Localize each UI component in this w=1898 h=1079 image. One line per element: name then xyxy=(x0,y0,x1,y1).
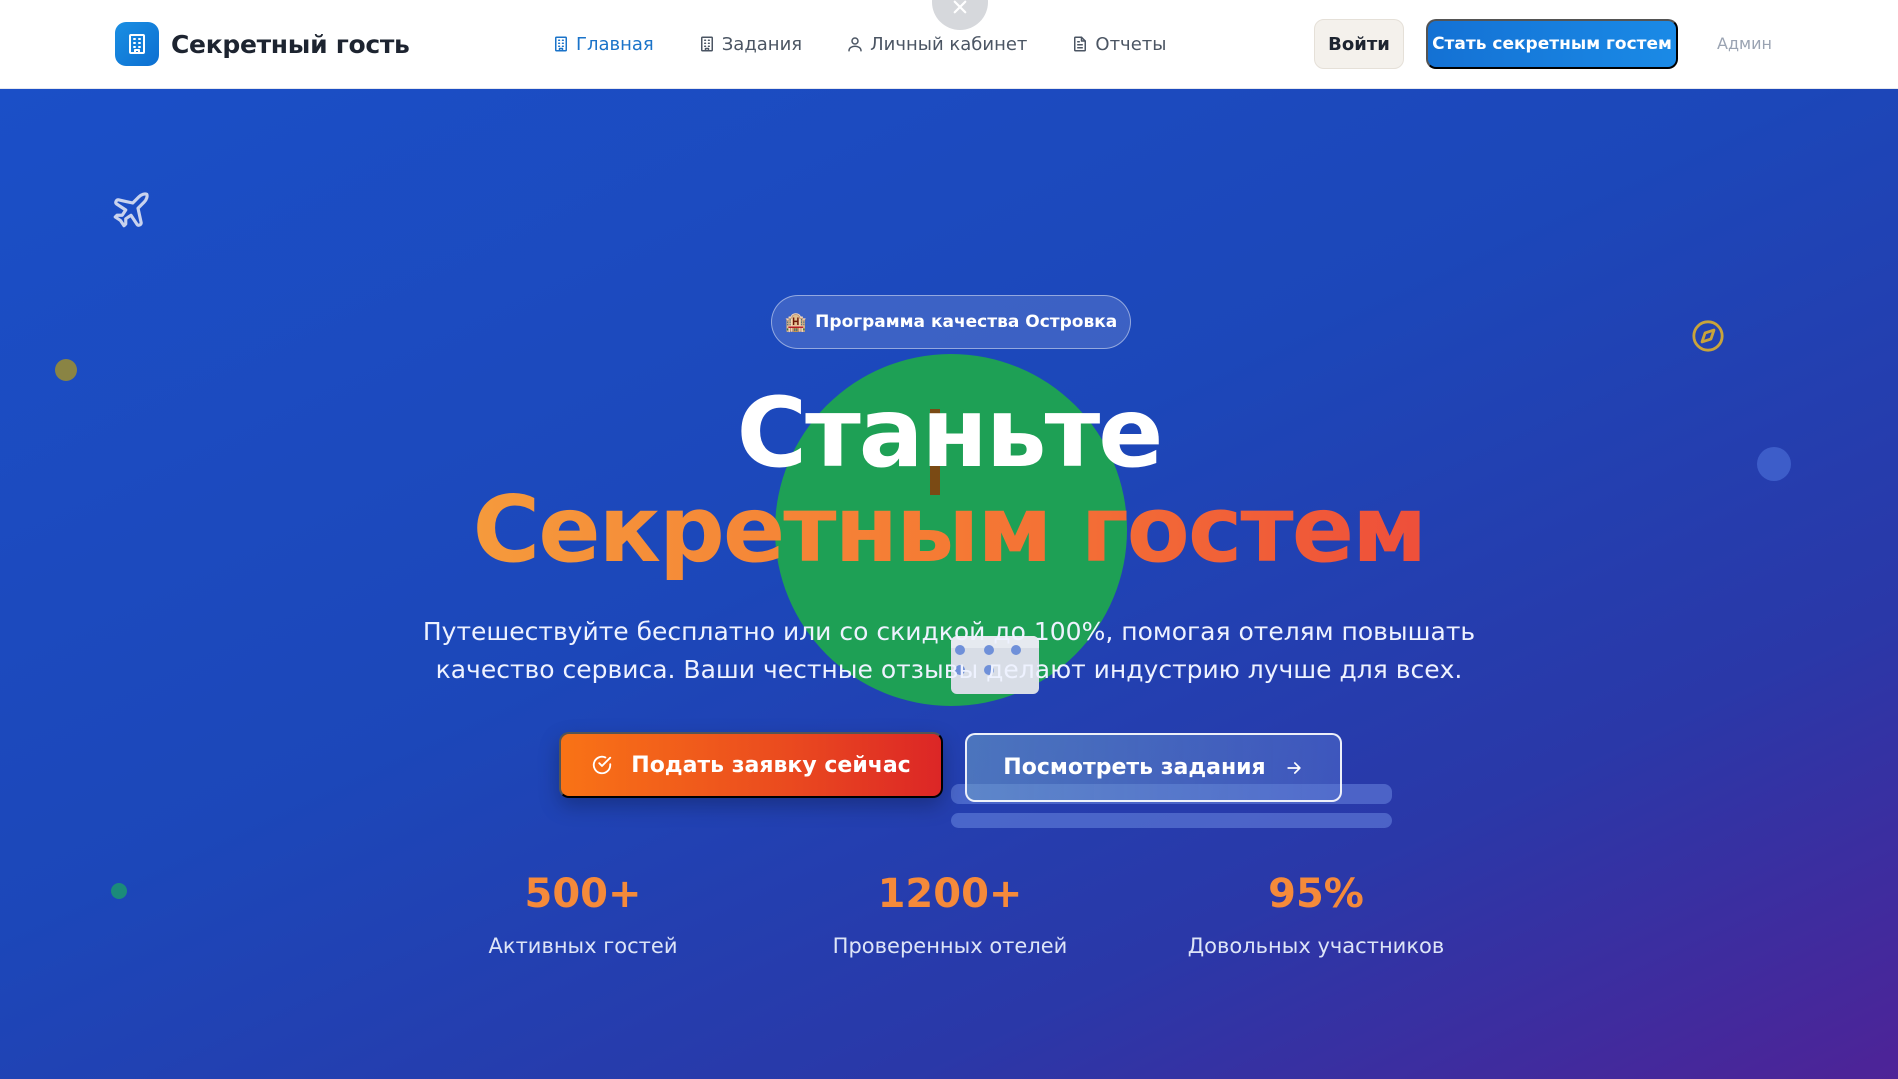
login-button[interactable]: Войти xyxy=(1314,19,1404,69)
document-icon xyxy=(1074,36,1087,52)
user-icon xyxy=(848,37,862,52)
check-circle-icon xyxy=(593,755,612,775)
stat-value: 1200+ xyxy=(877,871,1023,917)
nav-item-account[interactable]: Личный кабинет xyxy=(846,30,1027,58)
building-icon xyxy=(700,36,713,52)
apply-now-button[interactable]: Подать заявку сейчас xyxy=(559,732,943,798)
nav-item-label: Главная xyxy=(576,33,654,55)
building-icon xyxy=(115,22,159,66)
stat-label: Довольных участников xyxy=(1187,934,1445,958)
stat-value: 95% xyxy=(1268,871,1364,917)
become-secret-guest-button[interactable]: Стать секретным гостем xyxy=(1426,19,1678,69)
arrow-right-icon xyxy=(1287,761,1301,774)
brand-name: Секретный гость xyxy=(171,29,410,59)
airplane-icon xyxy=(113,192,149,228)
decorative-dot xyxy=(55,359,77,381)
building-icon xyxy=(555,36,567,52)
nav-item-label: Личный кабинет xyxy=(870,33,1028,55)
nav-item-label: Задания xyxy=(721,33,803,55)
stat-label: Проверенных отелей xyxy=(832,934,1068,958)
program-badge: 🏨 Программа качества Островка xyxy=(771,295,1131,349)
main-nav: Главная Задания Личный кабинет Отчеты xyxy=(552,30,1210,58)
nav-item-reports[interactable]: Отчеты xyxy=(1071,30,1166,58)
compass-icon xyxy=(1692,320,1724,352)
nav-item-label: Отчеты xyxy=(1095,33,1167,55)
hero-title-line1: Станьте xyxy=(736,377,1164,489)
close-button[interactable] xyxy=(932,0,988,30)
admin-link[interactable]: Админ xyxy=(1717,34,1772,53)
decorative-dot xyxy=(111,883,127,899)
stat-verified-hotels: 1200+ Проверенных отелей xyxy=(770,874,1130,958)
hero-section: 🏨 Программа качества Островка Станьте Се… xyxy=(0,89,1898,1079)
close-icon xyxy=(953,0,967,14)
stat-value: 500+ xyxy=(524,871,642,917)
hotel-icon: 🏨 xyxy=(784,311,808,332)
view-tasks-label: Посмотреть задания xyxy=(1003,755,1266,780)
hero-subtitle-line2: качество сервиса. Ваши честные отзывы де… xyxy=(435,655,1463,684)
decorative-bar xyxy=(951,813,1392,828)
hero-subtitle-line1: Путешествуйте бесплатно или со скидкой д… xyxy=(422,617,1476,646)
nav-item-tasks[interactable]: Задания xyxy=(698,30,802,58)
badge-text: Программа качества Островка xyxy=(815,312,1118,332)
top-navbar: Секретный гость Главная Задания Личный к… xyxy=(0,0,1898,89)
brand-home-link[interactable]: Секретный гость xyxy=(115,22,410,66)
hero-subtitle: Путешествуйте бесплатно или со скидкой д… xyxy=(399,613,1499,689)
stat-label: Активных гостей xyxy=(488,934,678,958)
stat-active-guests: 500+ Активных гостей xyxy=(403,874,763,958)
apply-now-label: Подать заявку сейчас xyxy=(631,752,911,778)
hero-title-line2: Секретным гостем xyxy=(0,484,1898,576)
stat-satisfied-participants: 95% Довольных участников xyxy=(1136,874,1496,958)
nav-item-home[interactable]: Главная xyxy=(552,30,654,58)
hero-title-highlight: Секретным гостем xyxy=(472,476,1428,583)
view-tasks-button[interactable]: Посмотреть задания xyxy=(965,733,1342,802)
